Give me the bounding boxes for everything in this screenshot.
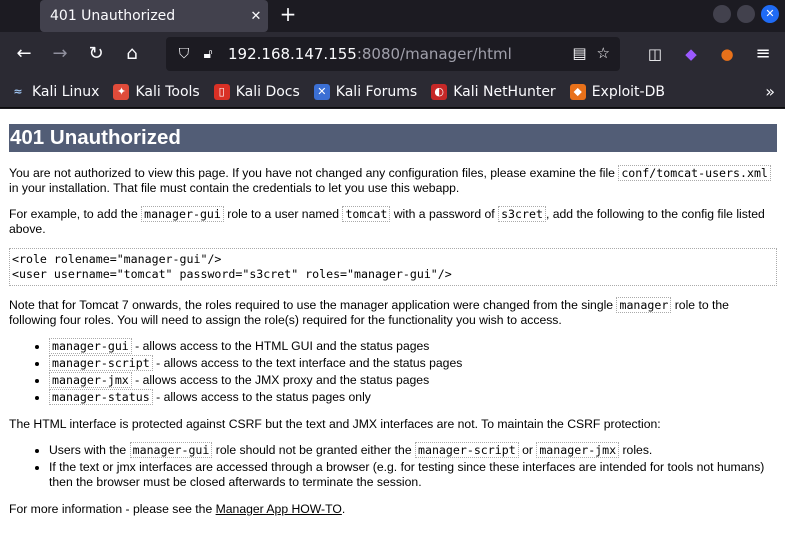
bookmark-kali-docs[interactable]: ▯ Kali Docs — [213, 83, 300, 100]
bookmark-exploit-db[interactable]: ⬥ Exploit-DB — [569, 83, 665, 100]
reload-icon[interactable]: ↻ — [84, 42, 108, 66]
tab-close-icon[interactable]: ✕ — [244, 9, 268, 24]
bookmark-kali-linux[interactable]: ≈ Kali Linux — [10, 83, 100, 100]
paragraph-intro: You are not authorized to view this page… — [9, 165, 777, 196]
text: in your installation. That file must con… — [9, 181, 460, 195]
csrf-list: Users with the manager-gui role should n… — [49, 442, 777, 490]
bookmark-label: Kali Tools — [135, 83, 200, 100]
config-line: <role rolename="manager-gui"/> — [12, 252, 222, 266]
config-block: <role rolename="manager-gui"/> <user use… — [9, 248, 777, 286]
list-item: Users with the manager-gui role should n… — [49, 442, 777, 458]
url-text[interactable]: 192.168.147.155:8080/manager/html — [228, 45, 512, 63]
page-title: 401 Unauthorized — [9, 124, 777, 152]
text: For more information - please see the — [9, 502, 216, 516]
code-snippet: manager-script — [49, 355, 153, 371]
list-item: manager-status - allows access to the st… — [49, 389, 777, 405]
extension-icon[interactable]: ◆ — [679, 42, 703, 66]
menu-icon[interactable]: ≡ — [751, 42, 775, 66]
maximize-icon[interactable] — [737, 5, 755, 23]
bookmark-label: Kali Forums — [335, 83, 418, 100]
text: . — [341, 502, 346, 516]
pocket-icon[interactable]: ◫ — [643, 42, 667, 66]
back-arrow-icon[interactable]: ← — [12, 42, 36, 66]
list-item: If the text or jmx interfaces are access… — [49, 460, 777, 490]
text: Users with the — [49, 443, 130, 457]
text: roles. — [619, 443, 653, 457]
home-icon[interactable]: ⌂ — [120, 42, 144, 66]
tab-strip: 401 Unauthorized ✕ + ✕ — [0, 0, 785, 32]
bookmarks-toolbar: ≈ Kali Linux ✦ Kali Tools ▯ Kali Docs ✕ Kali… — [0, 76, 785, 108]
window-close-icon[interactable]: ✕ — [761, 5, 779, 23]
code-snippet: manager — [616, 297, 672, 313]
code-snippet: tomcat — [342, 206, 391, 222]
paragraph-example: For example, to add the manager-gui role… — [9, 206, 777, 237]
paragraph-more-info: For more information - please see the Ma… — [9, 502, 777, 517]
roles-list: manager-gui - allows access to the HTML … — [49, 338, 777, 405]
kali-dragon-icon: ≈ — [10, 83, 26, 100]
shield-icon[interactable]: ⛉ — [172, 46, 196, 62]
text: role should not be granted either the — [212, 443, 415, 457]
list-item: manager-gui - allows access to the HTML … — [49, 338, 777, 354]
kali-forums-icon: ✕ — [313, 83, 330, 100]
list-item: manager-script - allows access to the te… — [49, 355, 777, 371]
bookmark-star-icon[interactable]: ☆ — [597, 44, 610, 62]
text: - allows access to the text interface an… — [152, 356, 463, 370]
url-path: :8080/manager/html — [356, 45, 512, 63]
new-tab-icon[interactable]: + — [276, 3, 300, 27]
code-snippet: manager-gui — [49, 338, 132, 354]
list-item: manager-jmx - allows access to the JMX p… — [49, 372, 777, 388]
code-snippet: manager-script — [414, 442, 519, 458]
text: For example, to add the — [9, 207, 142, 221]
code-snippet: manager-jmx — [49, 372, 132, 388]
text: Note that for Tomcat 7 onwards, the role… — [9, 298, 617, 312]
minimize-icon[interactable] — [713, 5, 731, 23]
kali-docs-icon: ▯ — [213, 83, 230, 100]
bookmark-label: Kali NetHunter — [453, 83, 556, 100]
code-snippet: manager-status — [49, 389, 153, 405]
reader-view-icon[interactable]: ▤ — [572, 44, 586, 62]
config-line: <user username="tomcat" password="s3cret… — [12, 267, 452, 281]
tab-active[interactable]: 401 Unauthorized ✕ — [40, 0, 268, 32]
chevron-more-icon[interactable]: » — [765, 82, 775, 101]
insecure-lock-icon[interactable]: 🔓︎ — [196, 46, 220, 62]
bookmark-label: Exploit-DB — [591, 83, 665, 100]
bookmark-kali-tools[interactable]: ✦ Kali Tools — [113, 83, 200, 100]
tab-title: 401 Unauthorized — [50, 8, 176, 24]
code-snippet: conf/tomcat-users.xml — [618, 165, 771, 181]
text: - allows access to the JMX proxy and the… — [131, 373, 430, 387]
manager-howto-link[interactable]: Manager App HOW-TO — [216, 502, 342, 516]
paragraph-csrf: The HTML interface is protected against … — [9, 417, 661, 431]
page-content: 401 Unauthorized You are not authorized … — [0, 109, 785, 560]
paragraph-roles-note: Note that for Tomcat 7 onwards, the role… — [9, 297, 777, 328]
text: - allows access to the HTML GUI and the … — [131, 339, 430, 353]
url-host: 192.168.147.155 — [228, 45, 357, 63]
foxyproxy-icon[interactable]: ● — [715, 42, 739, 66]
code-snippet: s3cret — [498, 206, 546, 222]
bookmark-kali-forums[interactable]: ✕ Kali Forums — [313, 83, 418, 100]
nethunter-icon: ◐ — [431, 83, 448, 100]
code-snippet: manager-gui — [141, 206, 224, 222]
url-bar[interactable]: ⛉ 🔓︎ 192.168.147.155:8080/manager/html ▤… — [166, 37, 620, 71]
exploit-db-icon: ⬥ — [569, 83, 586, 100]
code-snippet: manager-gui — [129, 442, 213, 458]
text: role to a user named — [223, 207, 343, 221]
text: with a password of — [390, 207, 499, 221]
bookmark-kali-nethunter[interactable]: ◐ Kali NetHunter — [431, 83, 556, 100]
text: You are not authorized to view this page… — [9, 166, 619, 180]
kali-tools-icon: ✦ — [113, 83, 130, 100]
window-controls: ✕ — [713, 5, 779, 23]
text: or — [518, 443, 537, 457]
bookmark-label: Kali Linux — [32, 83, 100, 100]
text: - allows access to the status pages only — [152, 390, 371, 404]
bookmark-label: Kali Docs — [235, 83, 300, 100]
forward-arrow-icon[interactable]: → — [48, 42, 72, 66]
navigation-toolbar: ← → ↻ ⌂ ⛉ 🔓︎ 192.168.147.155:8080/manage… — [0, 32, 785, 76]
code-snippet: manager-jmx — [536, 442, 620, 458]
